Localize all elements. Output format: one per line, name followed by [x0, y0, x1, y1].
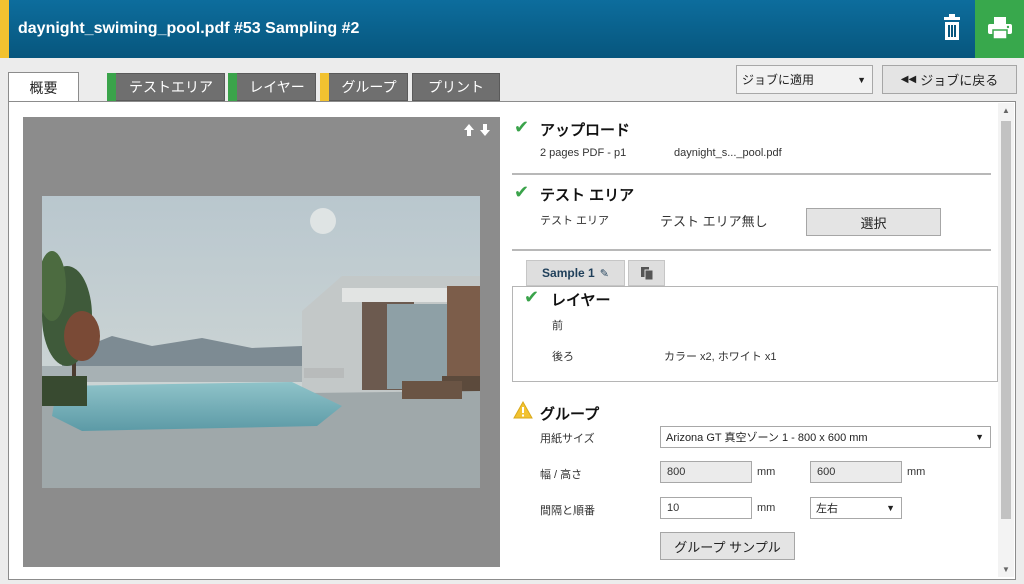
- scrollbar-thumb[interactable]: [1001, 121, 1011, 519]
- trash-icon[interactable]: [936, 12, 968, 44]
- tab-overview-label: 概要: [29, 79, 58, 96]
- height-field[interactable]: 600: [810, 461, 902, 483]
- width-field[interactable]: 800: [660, 461, 752, 483]
- tab-test-area[interactable]: テストエリア: [107, 73, 225, 101]
- width-unit: mm: [757, 466, 776, 478]
- width-value: 800: [667, 466, 686, 478]
- paper-size-label: 用紙サイズ: [540, 433, 595, 445]
- check-icon: ✔: [514, 182, 530, 202]
- upload-title: アップロード: [540, 122, 631, 139]
- status-marker: [228, 73, 237, 101]
- scroll-down-icon[interactable]: ▼: [1002, 565, 1010, 574]
- title-bar: daynight_swiming_pool.pdf #53 Sampling #…: [0, 0, 1024, 58]
- scroll-up-icon[interactable]: ▲: [1002, 106, 1010, 115]
- group-sample-label: グループ サンプル: [674, 539, 781, 555]
- select-button-label: 選択: [860, 215, 887, 231]
- paper-size-value: Arizona GT 真空ゾーン 1 - 800 x 600 mm: [666, 432, 868, 444]
- job-apply-select[interactable]: ジョブに適用 ▼: [736, 65, 873, 94]
- order-value: 左右: [816, 503, 838, 515]
- back-to-job-label: ジョブに戻る: [920, 73, 999, 88]
- preview-image: [42, 196, 480, 488]
- page-title: daynight_swiming_pool.pdf #53 Sampling #…: [18, 20, 360, 37]
- height-value: 600: [817, 466, 836, 478]
- tab-test-area-label: テストエリア: [129, 79, 213, 95]
- status-marker: [320, 73, 329, 101]
- divider: [512, 249, 991, 251]
- sample-tab[interactable]: Sample 1 ✎: [526, 260, 625, 286]
- print-button[interactable]: [975, 0, 1024, 58]
- upload-pages: 2 pages PDF - p1: [540, 147, 627, 159]
- tab-layers[interactable]: レイヤー: [228, 73, 316, 101]
- tab-layers-label: レイヤー: [249, 79, 305, 95]
- select-test-area-button[interactable]: 選択: [806, 208, 941, 236]
- check-icon: ✔: [524, 287, 540, 307]
- copy-icon: [640, 267, 653, 280]
- scrollbar[interactable]: ▲ ▼: [998, 103, 1014, 577]
- upload-filename: daynight_s..._pool.pdf: [674, 147, 782, 159]
- spacing-unit: mm: [757, 502, 776, 514]
- tab-overview[interactable]: 概要: [8, 72, 79, 102]
- spacing-value: 10: [667, 502, 680, 514]
- status-accent: [0, 0, 9, 58]
- check-icon: ✔: [514, 117, 530, 137]
- tab-print-label: プリント: [428, 79, 484, 95]
- status-marker: [107, 73, 116, 101]
- divider: [512, 173, 991, 175]
- layers-front-label: 前: [552, 320, 563, 332]
- copy-sample-button[interactable]: [628, 260, 665, 286]
- width-height-label: 幅 / 高さ: [540, 469, 583, 481]
- sample-tab-label: Sample 1: [542, 266, 595, 280]
- flip-arrows-icon[interactable]: [462, 123, 492, 140]
- height-unit: mm: [907, 466, 926, 478]
- spacing-field[interactable]: 10: [660, 497, 752, 519]
- tab-group-label: グループ: [341, 79, 397, 95]
- group-sample-button[interactable]: グループ サンプル: [660, 532, 795, 560]
- printer-icon: [988, 17, 1012, 40]
- caret-down-icon: ▼: [857, 74, 866, 85]
- spacing-label: 間隔と順番: [540, 505, 595, 517]
- test-area-title: テスト エリア: [540, 187, 635, 204]
- caret-down-icon: ▼: [886, 503, 895, 513]
- tab-group[interactable]: グループ: [320, 73, 408, 101]
- layers-back-label: 後ろ: [552, 351, 574, 363]
- warning-icon: [513, 400, 533, 424]
- order-select[interactable]: 左右 ▼: [810, 497, 902, 519]
- edit-icon[interactable]: ✎: [600, 267, 609, 280]
- test-area-label: テスト エリア: [540, 215, 610, 227]
- paper-size-select[interactable]: Arizona GT 真空ゾーン 1 - 800 x 600 mm ▼: [660, 426, 991, 448]
- job-apply-select-value: ジョブに適用: [742, 73, 815, 87]
- caret-down-icon: ▼: [975, 432, 984, 442]
- group-title: グループ: [540, 406, 600, 423]
- layers-title: レイヤー: [551, 292, 611, 309]
- layers-back-value: カラー x2, ホワイト x1: [664, 351, 777, 363]
- preview-area: [23, 117, 500, 567]
- double-chevron-left-icon: ◀◀: [900, 74, 917, 85]
- back-to-job-button[interactable]: ◀◀ ジョブに戻る: [882, 65, 1017, 94]
- tab-print[interactable]: プリント: [412, 73, 500, 101]
- test-area-value: テスト エリア無し: [660, 214, 768, 229]
